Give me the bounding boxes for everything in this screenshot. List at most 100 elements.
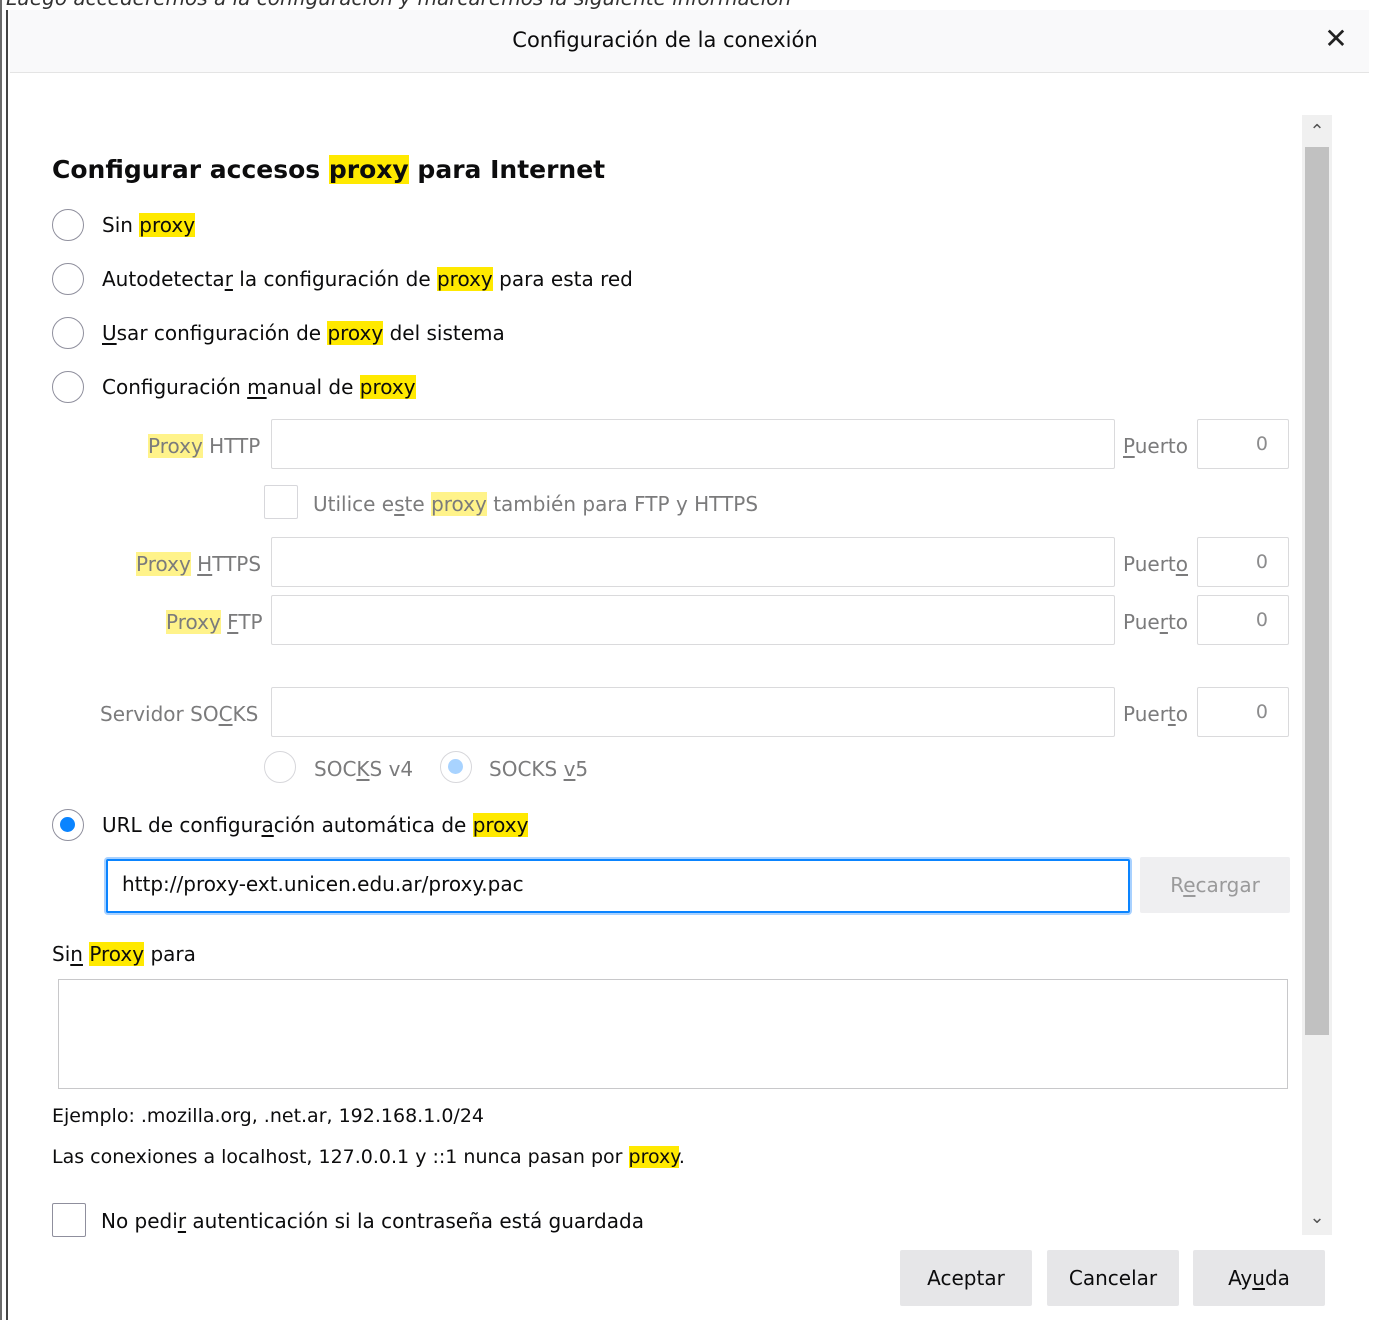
radio-autodetect-label[interactable]: Autodetectar la configuración de proxy p… [102,267,633,291]
socks-host-input[interactable] [271,687,1115,737]
scroll-up-icon[interactable]: ⌃ [1302,115,1332,145]
share-proxy-checkbox[interactable] [264,485,298,519]
radio-manual-proxy-label[interactable]: Configuración manual de proxy [102,375,416,399]
https-port-label: Puerto [1123,552,1188,576]
label-text: TP [238,610,263,634]
label-text: Configuración [102,375,248,399]
radio-no-proxy-label[interactable]: Sin proxy [102,213,196,237]
search-highlight: Proxy [148,434,203,458]
access-key: H [197,552,213,576]
access-key: t [1167,702,1176,726]
search-highlight: Proxy [136,552,191,576]
access-key: r [224,267,233,291]
label-text: del sistema [383,321,505,345]
radio-manual-proxy[interactable] [52,371,84,403]
radio-socks-v5[interactable] [440,751,472,783]
socks-port-input[interactable]: 0 [1197,687,1289,737]
access-key: o [1175,552,1189,576]
label-text: anual de [266,375,360,399]
label-text: sar configuración de [116,321,328,345]
radio-no-proxy[interactable] [52,209,84,241]
scroll-down-icon[interactable]: ⌄ [1302,1205,1332,1235]
search-highlight: proxy [628,1146,679,1168]
reload-button[interactable]: Recargar [1140,857,1290,913]
search-highlight: Proxy [89,942,145,966]
close-icon[interactable]: ✕ [1321,24,1351,56]
label-text: R [1170,873,1184,897]
socks-v4-label[interactable]: SOCKS v4 [314,757,413,781]
label-text: uerto [1134,434,1188,458]
https-proxy-input[interactable] [271,537,1115,587]
radio-autodetect[interactable] [52,263,84,295]
access-key: m [247,375,267,399]
connection-settings-dialog: Configuración de la conexión ✕ ⌃ ⌄ Confi… [10,10,1369,1320]
http-port-label: Puerto [1123,434,1188,458]
label-text: KS [232,702,259,726]
cancel-button[interactable]: Cancelar [1047,1250,1179,1306]
radio-socks-v4[interactable] [264,751,296,783]
radio-auto-proxy-url[interactable] [52,809,84,841]
ftp-port-input[interactable]: 0 [1197,595,1289,645]
label-text: HTTP [202,434,261,458]
dialog-title-bar: Configuración de la conexión ✕ [10,10,1369,73]
left-edge-line [6,10,8,1320]
background-text-fragment: Luego accederemos a la configuración y m… [6,0,791,10]
no-auth-prompt-checkbox[interactable] [52,1203,86,1237]
no-proxy-textarea[interactable] [58,979,1288,1089]
dialog-content: ⌃ ⌄ Configurar accesos proxy para Intern… [10,73,1369,1320]
label-text: Servidor SO [100,702,219,726]
label-text: Las conexiones a localhost, 127.0.0.1 y … [52,1146,629,1168]
label-text: para esta red [492,267,633,291]
label-text: Utilice e [313,492,395,516]
label-text: cargar [1195,873,1260,897]
radio-auto-proxy-url-label[interactable]: URL de configuración automática de proxy [102,813,529,837]
access-key: P [1123,434,1135,458]
search-highlight: proxy [472,813,529,837]
socks-v5-label[interactable]: SOCKS v5 [489,757,588,781]
access-key: e [1183,873,1196,897]
label-text: No pedi [101,1209,178,1233]
radio-selected-dot [60,817,75,832]
label-text: la configuración de [232,267,437,291]
http-port-input[interactable]: 0 [1197,419,1289,469]
label-text: TTPS [212,552,262,576]
scrollbar-thumb[interactable] [1305,147,1329,1035]
label-text: Sin [102,213,140,237]
share-proxy-label[interactable]: Utilice este proxy también para FTP y HT… [313,492,758,516]
label-text: ción automática de [273,813,473,837]
ftp-port-label: Puerto [1123,610,1188,634]
search-highlight: proxy [436,267,493,291]
help-button[interactable]: Ayuda [1193,1250,1325,1306]
no-proxy-for-label: Sin Proxy para [52,942,196,966]
access-key: u [1252,1266,1265,1290]
ftp-proxy-label: Proxy FTP [166,610,263,634]
section-title-text: para Internet [408,155,606,184]
ftp-proxy-input[interactable] [271,595,1115,645]
left-edge-line [0,0,2,1320]
auto-proxy-url-input[interactable]: http://proxy-ext.unicen.edu.ar/proxy.pac [106,859,1130,913]
radio-system-proxy-label[interactable]: Usar configuración de proxy del sistema [102,321,505,345]
search-highlight: Proxy [166,610,221,634]
label-text: to [1167,610,1189,634]
access-key: U [102,321,117,345]
dialog-title: Configuración de la conexión [512,28,818,52]
label-text: también para FTP y HTTPS [486,492,759,516]
access-key: a [261,813,274,837]
label-text: SOCKS [489,757,564,781]
section-title-text: Configurar accesos [52,155,329,184]
label-text: te [404,492,432,516]
search-highlight: proxy [139,213,196,237]
vertical-scrollbar[interactable]: ⌃ ⌄ [1302,115,1332,1235]
label-text: Ay [1228,1266,1253,1290]
localhost-note: Las conexiones a localhost, 127.0.0.1 y … [52,1146,685,1168]
https-proxy-label: Proxy HTTPS [136,552,261,576]
https-port-input[interactable]: 0 [1197,537,1289,587]
label-text: Si [52,942,71,966]
label-text: Pue [1123,610,1160,634]
label-text: da [1264,1266,1290,1290]
radio-system-proxy[interactable] [52,317,84,349]
access-key: C [218,702,233,726]
accept-button[interactable]: Aceptar [900,1250,1032,1306]
no-auth-prompt-label[interactable]: No pedir autenticación si la contraseña … [101,1209,644,1233]
http-proxy-input[interactable] [271,419,1115,469]
